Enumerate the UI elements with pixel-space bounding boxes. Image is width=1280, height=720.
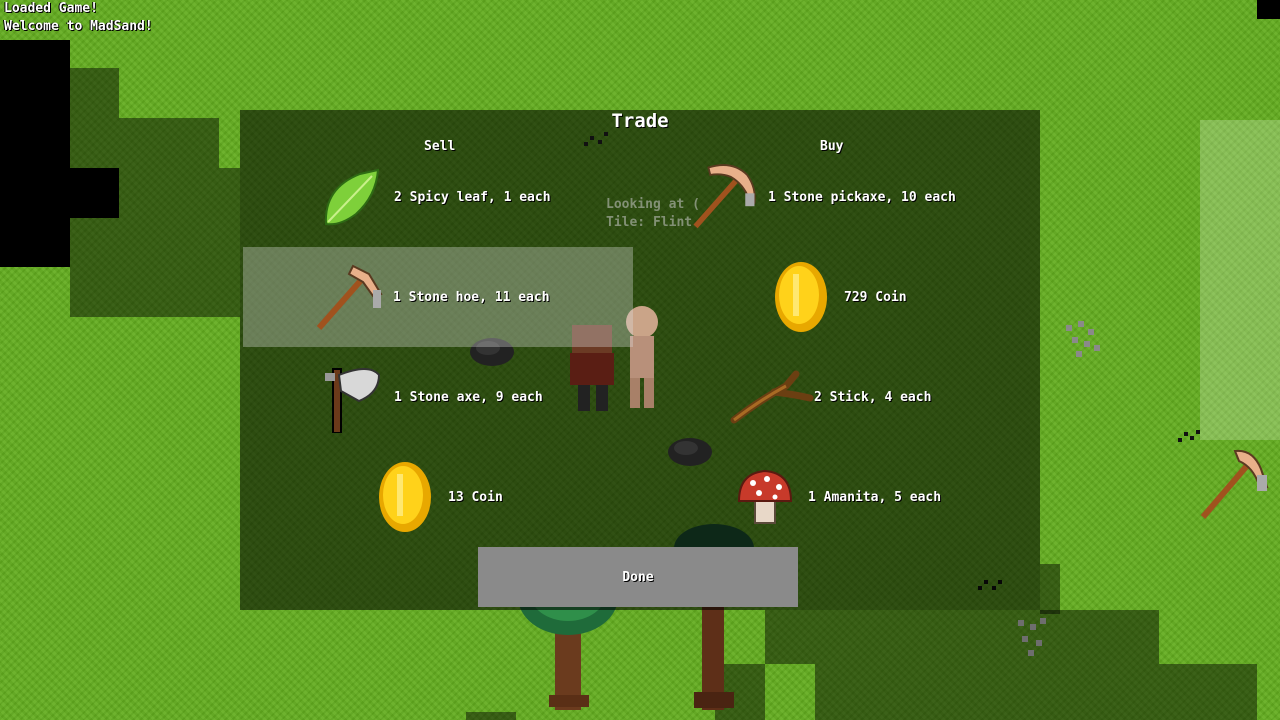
coin-icon [370, 462, 440, 532]
buy-header: Buy [820, 139, 844, 154]
shadow-region [70, 218, 240, 317]
rock-icon [668, 438, 712, 466]
buy-item[interactable]: 1 Stone pickaxe, 10 each [690, 162, 956, 232]
sell-item[interactable]: 1 Stone axe, 9 each [316, 362, 543, 433]
fog-region [0, 40, 70, 267]
fog-corner [1257, 0, 1280, 19]
coin-icon [766, 262, 836, 332]
log-line: Loaded Game! [4, 1, 98, 16]
shadow-region [815, 664, 1257, 720]
light-region [1200, 120, 1280, 440]
sell-header: Sell [424, 139, 456, 154]
item-label: 1 Stone axe, 9 each [394, 389, 543, 405]
stick-icon [730, 362, 814, 432]
sell-item[interactable]: 13 Coin [370, 462, 503, 532]
shadow-region [1040, 564, 1060, 614]
log-line: Welcome to MadSand! [4, 19, 153, 34]
shadow-region [765, 610, 1159, 664]
done-button[interactable]: Done [478, 547, 798, 607]
sell-item[interactable]: 2 Spicy leaf, 1 each [316, 162, 551, 232]
buy-item[interactable]: 1 Amanita, 5 each [730, 462, 941, 532]
shadow-region [219, 168, 240, 218]
shadow-region [70, 68, 119, 168]
pickaxe-icon [690, 162, 760, 232]
buy-item[interactable]: 2 Stick, 4 each [730, 362, 931, 432]
item-label: 13 Coin [448, 489, 503, 505]
dialog-title: Trade [611, 110, 669, 132]
leaf-icon [316, 162, 386, 232]
buy-item[interactable]: 729 Coin [766, 262, 907, 332]
axe-icon [316, 362, 386, 433]
mushroom-icon [730, 462, 800, 532]
item-label: 2 Spicy leaf, 1 each [394, 189, 551, 205]
sell-item-selected[interactable]: 1 Stone hoe, 11 each [243, 247, 633, 347]
pickaxe-icon [1200, 449, 1269, 519]
item-label: 1 Amanita, 5 each [808, 489, 942, 505]
fog-region [70, 168, 119, 218]
hoe-icon [315, 262, 385, 332]
trade-dialog: Trade Sell Buy Looking at ( Tile: Flint … [240, 110, 1040, 610]
pebbles-icon [1066, 321, 1100, 357]
hover-info: Looking at ( Tile: Flint [606, 196, 700, 232]
flint-icon [584, 132, 608, 146]
shadow-region [119, 118, 219, 218]
hover-line: Looking at ( [606, 197, 700, 212]
item-label: 2 Stick, 4 each [814, 389, 932, 405]
item-label: 729 Coin [844, 289, 907, 305]
pebbles-icon [1018, 618, 1046, 656]
item-label: 1 Stone hoe, 11 each [393, 289, 550, 305]
shadow-region [466, 712, 516, 720]
item-label: 1 Stone pickaxe, 10 each [768, 189, 956, 205]
hover-line: Tile: Flint [606, 215, 693, 230]
